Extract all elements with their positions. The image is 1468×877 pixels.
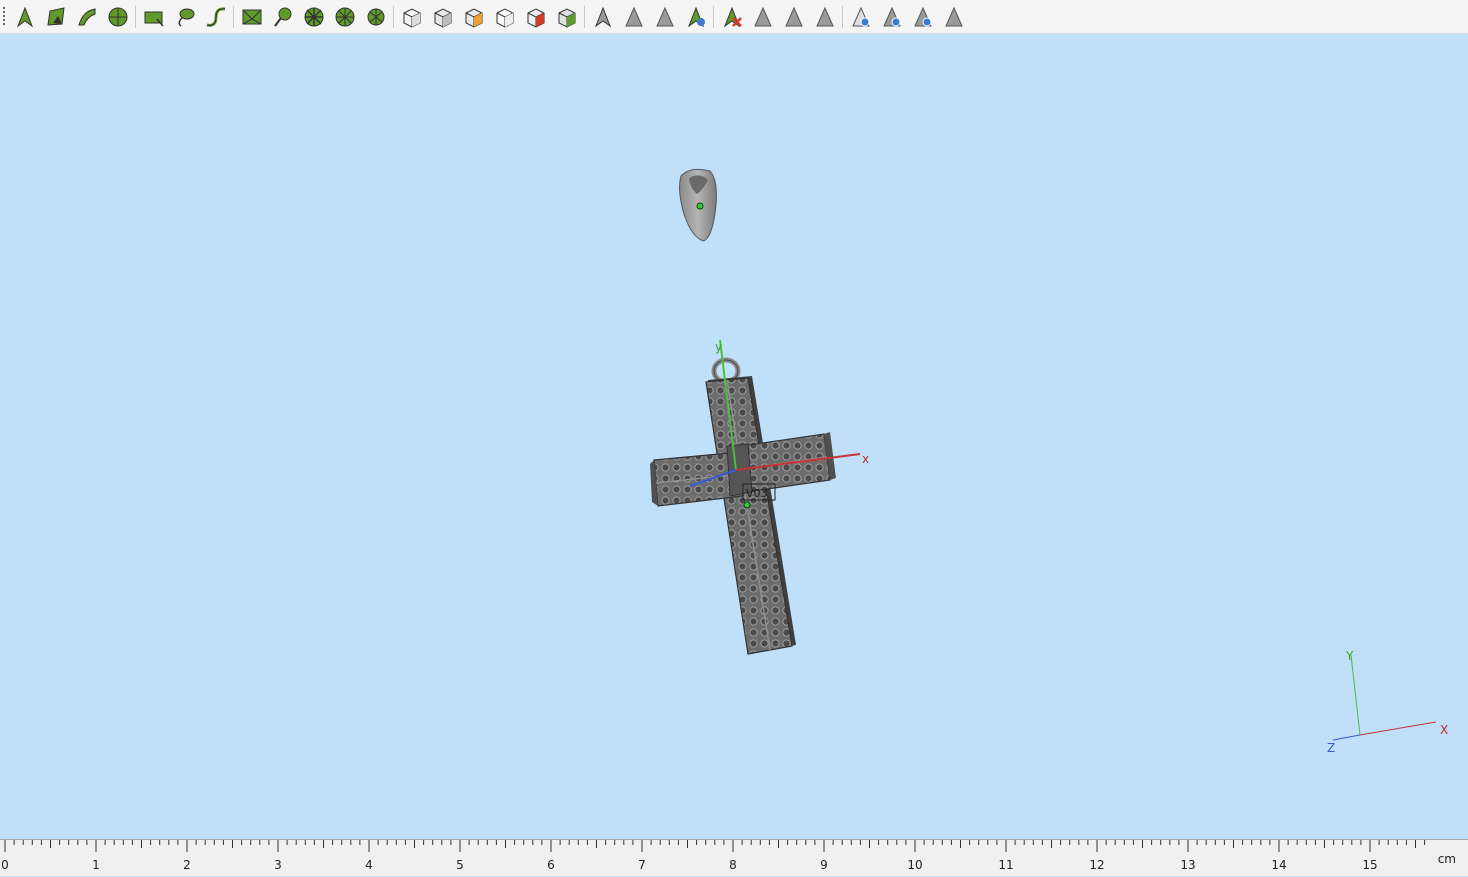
snowflake-pattern-icon [304, 7, 324, 27]
toolbar [0, 0, 1468, 34]
lasso-select-button[interactable] [173, 5, 197, 29]
select-face-button[interactable] [44, 5, 68, 29]
toolbar-grip[interactable] [3, 7, 5, 27]
lasso-select-icon [178, 8, 195, 27]
toolbar-separator [842, 6, 843, 28]
scene-svg: V03 y x Y X Z [650, 168, 1448, 755]
arrow-move-button[interactable] [653, 5, 677, 29]
cube-shaded-button[interactable] [431, 5, 455, 29]
ruler-label: 10 [907, 858, 923, 872]
mesh-select-icon [242, 9, 262, 25]
arrow-slash-icon [625, 6, 643, 27]
ruler-label: 7 [638, 858, 646, 872]
arrow-delete-button[interactable] [720, 5, 744, 29]
select-sphere-button[interactable] [106, 5, 130, 29]
paint-select-icon [274, 7, 292, 27]
wheel-pattern-icon [335, 7, 355, 27]
ruler-label: 9 [820, 858, 828, 872]
cube-wire-icon [496, 8, 514, 28]
gizmo-x-label: x [862, 452, 869, 466]
select-curve-button[interactable] [75, 5, 99, 29]
select-face-icon [47, 7, 65, 26]
corner-x-label: X [1440, 723, 1448, 737]
ruler-label: 6 [547, 858, 555, 872]
toolbar-separator [135, 6, 136, 28]
paint-select-button[interactable] [271, 5, 295, 29]
ring-model[interactable] [679, 168, 717, 242]
3d-viewport[interactable]: V03 y x Y X Z [0, 34, 1468, 839]
cube-view-icon [403, 8, 421, 28]
ruler-label: 14 [1271, 858, 1287, 872]
corner-z-label: Z [1327, 741, 1335, 755]
pyramid-edit-icon [945, 6, 963, 27]
select-sphere-icon [108, 7, 128, 27]
corner-y-label: Y [1345, 649, 1354, 663]
cube-wire-button[interactable] [493, 5, 517, 29]
arrow-gray-icon [594, 6, 612, 28]
arrow-move-icon [656, 6, 674, 27]
ruler-label: 13 [1180, 858, 1196, 872]
cube-shaded-icon [434, 8, 452, 28]
ruler-label: 4 [365, 858, 373, 872]
ruler-unit: cm [1437, 852, 1456, 866]
ruler-label: 2 [183, 858, 191, 872]
arrow-delete-icon [723, 6, 742, 28]
toolbar-separator [233, 6, 234, 28]
pyramid-eye-icon [852, 6, 870, 27]
pyramid-refresh-button[interactable] [880, 5, 904, 29]
pyramid-eye-button[interactable] [849, 5, 873, 29]
triangle-edit-button[interactable] [813, 5, 837, 29]
curve-path-icon [206, 7, 226, 27]
bottom-ruler: 0 1 2 3 4 5 6 7 8 9 10 11 12 13 14 15 cm [0, 839, 1468, 876]
gizmo-y-label: y [715, 340, 722, 354]
ruler-label: 8 [729, 858, 737, 872]
ruler-label: 15 [1362, 858, 1378, 872]
select-curve-icon [78, 8, 96, 26]
triangle-copy-icon [785, 6, 803, 27]
toolbar-separator [584, 6, 585, 28]
ruler-label: 1 [92, 858, 100, 872]
select-arrow-button[interactable] [13, 5, 37, 29]
cross-model[interactable]: V03 [650, 357, 836, 655]
pyramid-edit-button[interactable] [942, 5, 966, 29]
toolbar-separator [393, 6, 394, 28]
pyramid-view-button[interactable] [911, 5, 935, 29]
ruler-label: 3 [274, 858, 282, 872]
cube-color-icon [465, 8, 483, 28]
triangle-edit-icon [816, 6, 834, 27]
cube-grid-button[interactable] [555, 5, 579, 29]
radial-pattern-button[interactable] [364, 5, 388, 29]
triangle-gray-button[interactable] [751, 5, 775, 29]
cube-grid-icon [558, 8, 576, 28]
arrow-gray-button[interactable] [591, 5, 615, 29]
ring-pivot-point[interactable] [696, 202, 704, 210]
snowflake-pattern-button[interactable] [302, 5, 326, 29]
cube-color-button[interactable] [462, 5, 486, 29]
pyramid-view-icon [914, 6, 932, 27]
cube-view-button[interactable] [400, 5, 424, 29]
ruler-label: 11 [998, 858, 1014, 872]
model-label: V03 [746, 487, 768, 500]
toolbar-separator [713, 6, 714, 28]
cube-point-button[interactable] [524, 5, 548, 29]
rectangle-select-icon [144, 11, 164, 27]
cube-point-icon [527, 8, 545, 28]
ruler-label: 12 [1089, 858, 1105, 872]
mesh-select-button[interactable] [240, 5, 264, 29]
pyramid-refresh-icon [883, 6, 901, 27]
select-arrow-icon [16, 6, 34, 28]
curve-path-button[interactable] [204, 5, 228, 29]
ruler-label: 5 [456, 858, 464, 872]
arrow-lock-icon [687, 6, 705, 28]
triangle-gray-icon [754, 6, 772, 27]
corner-axis-indicator: Y X Z [1327, 649, 1448, 755]
arrow-lock-button[interactable] [684, 5, 708, 29]
ruler-label: 0 [1, 858, 9, 872]
triangle-copy-button[interactable] [782, 5, 806, 29]
wheel-pattern-button[interactable] [333, 5, 357, 29]
arrow-slash-button[interactable] [622, 5, 646, 29]
cross-pivot-point[interactable] [743, 501, 751, 509]
rectangle-select-button[interactable] [142, 5, 166, 29]
radial-pattern-icon [367, 8, 385, 26]
